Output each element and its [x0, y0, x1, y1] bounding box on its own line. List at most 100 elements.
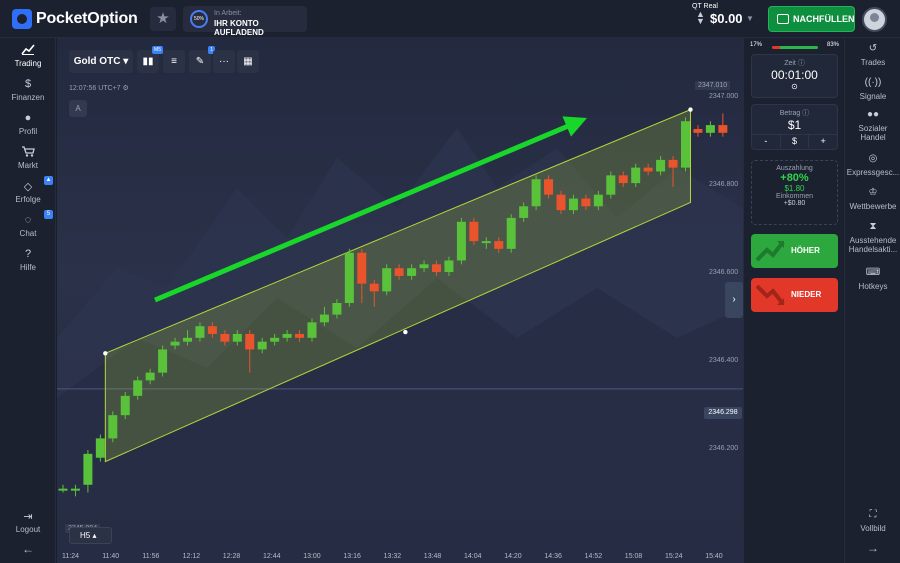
- nav-label: Finanzen: [11, 93, 45, 102]
- grid-icon: ▦: [243, 56, 253, 67]
- candle: [195, 326, 205, 338]
- candle: [519, 206, 529, 218]
- candle: [70, 488, 80, 491]
- candle: [270, 337, 280, 342]
- info-icon[interactable]: ⓘ: [798, 60, 805, 67]
- amount-plus-button[interactable]: +: [809, 135, 837, 148]
- settings-gear-icon[interactable]: ⚙: [123, 85, 129, 92]
- candle: [544, 179, 554, 195]
- drawing-tools-button[interactable]: ✎ 1: [189, 46, 215, 73]
- candle: [618, 175, 628, 184]
- nav-item-social-trading[interactable]: ●● Sozialer Handel: [845, 109, 900, 143]
- asset-selector[interactable]: Gold OTC ▾: [69, 50, 133, 73]
- income-label: Einkommen: [776, 193, 813, 200]
- expand-arrow-icon[interactable]: →: [845, 542, 900, 554]
- nav-item-trading[interactable]: Trading: [0, 44, 56, 68]
- nav-label: Sozialer Handel: [858, 124, 888, 142]
- candle: [133, 380, 143, 396]
- chart-type-button[interactable]: ▮▮ M5: [137, 46, 163, 73]
- chevron-right-icon: ›: [732, 294, 736, 305]
- layout-grid-button[interactable]: ▦: [237, 50, 259, 73]
- indicators-button[interactable]: ≡: [163, 50, 185, 73]
- drawing-label-button[interactable]: A: [69, 100, 87, 117]
- clock-timezone: UTC+7: [98, 85, 121, 92]
- candle: [257, 341, 267, 350]
- x-tick-label: 14:52: [584, 553, 603, 560]
- account-status-widget[interactable]: 50% In Arbeit: IHR KONTO AUFLADEND: [183, 6, 307, 37]
- time-label-text: Zeit: [784, 60, 796, 67]
- candle: [83, 453, 93, 485]
- account-switch-icon[interactable]: ▲ ▼: [696, 10, 705, 26]
- favorites-star-button[interactable]: ★: [150, 7, 176, 31]
- current-price-tag: 2346.298: [704, 407, 742, 419]
- status-message: IHR KONTO AUFLADEND: [214, 19, 264, 37]
- y-tick-label: 2346.800: [709, 181, 739, 188]
- nav-item-help[interactable]: ? Hilfe: [0, 248, 56, 272]
- user-avatar[interactable]: [862, 7, 887, 32]
- logout-icon: ⇥: [23, 511, 33, 523]
- candle: [407, 268, 417, 276]
- progress-ring-icon: 50%: [190, 10, 208, 28]
- x-tick-label: 12:44: [263, 553, 281, 560]
- collapse-arrow-icon[interactable]: ←: [0, 542, 56, 556]
- candle: [282, 333, 292, 338]
- wallet-icon: [777, 14, 789, 24]
- more-options-button[interactable]: ···: [213, 50, 235, 73]
- status-caption: In Arbeit:: [214, 10, 242, 17]
- lower-button[interactable]: NIEDER: [751, 278, 838, 312]
- nav-item-profile[interactable]: ● Profil: [0, 112, 56, 136]
- trade-panel: 17% 83% Zeit ⓘ 00:01:00 ⊙ Betrag ⓘ $1 - …: [743, 38, 843, 563]
- candle: [556, 194, 566, 211]
- higher-button[interactable]: HÖHER: [751, 234, 838, 268]
- account-balance[interactable]: $0.00: [710, 11, 743, 26]
- nav-label: Vollbild: [860, 524, 886, 533]
- nav-item-tournaments[interactable]: ♔ Wettbewerbe: [845, 187, 900, 212]
- nav-label: Hotkeys: [858, 282, 888, 291]
- amount-minus-button[interactable]: -: [752, 135, 780, 148]
- candle: [481, 241, 491, 244]
- currency-toggle[interactable]: $: [779, 135, 810, 148]
- nav-item-trades[interactable]: ↺ Trades: [845, 44, 900, 68]
- info-icon[interactable]: ⓘ: [802, 110, 809, 117]
- timeframe-value: H5: [80, 531, 91, 540]
- timeframe-selector[interactable]: H5 ▴: [69, 527, 112, 544]
- brand-logo[interactable]: PocketOption: [12, 9, 138, 29]
- top-up-button[interactable]: NACHFÜLLEN: [768, 6, 855, 32]
- nav-label: Expressgesc...: [846, 168, 900, 177]
- payout-box: Auszahlung +80% $1.80 Einkommen +$0.80: [751, 160, 838, 225]
- x-tick-label: 11:24: [62, 553, 79, 560]
- clock-icon[interactable]: ⊙: [752, 82, 837, 91]
- chevron-down-icon[interactable]: ▼: [746, 14, 754, 23]
- nav-item-finance[interactable]: $ Finanzen: [0, 78, 56, 102]
- x-tick-label: 13:32: [383, 553, 402, 560]
- candle: [494, 241, 504, 249]
- candle: [344, 252, 354, 303]
- candle: [319, 314, 329, 323]
- trophy-icon: ♔: [868, 187, 878, 198]
- chart-bars-icon: ▮▮: [142, 56, 154, 67]
- top-up-label: NACHFÜLLEN: [793, 14, 855, 24]
- expand-panel-button[interactable]: ›: [725, 282, 743, 318]
- amount-value[interactable]: $1: [752, 118, 837, 132]
- time-selector[interactable]: Zeit ⓘ 00:01:00 ⊙: [751, 54, 838, 98]
- time-label: Zeit ⓘ: [752, 58, 837, 68]
- candlestick-chart[interactable]: [57, 38, 743, 563]
- nav-item-signals[interactable]: ((·)) Signale: [845, 78, 900, 102]
- nav-item-hotkeys[interactable]: ⌨ Hotkeys: [845, 268, 900, 292]
- chart-area[interactable]: Gold OTC ▾ ▮▮ M5 ≡ ✎ 1 ··· ▦ 12:07:56 UTC+…: [57, 38, 743, 563]
- people-icon: ●●: [866, 109, 880, 120]
- time-value[interactable]: 00:01:00: [752, 68, 837, 82]
- nav-item-express[interactable]: ◎ Expressgesc...: [845, 154, 900, 178]
- candle: [369, 283, 379, 292]
- nav-item-pending-trades[interactable]: ⧗ Ausstehende Handelsakti...: [845, 222, 900, 255]
- nav-label: Trading: [14, 59, 42, 68]
- fullscreen-button[interactable]: ⛶ Vollbild: [845, 510, 900, 534]
- amount-label-text: Betrag: [779, 110, 801, 117]
- logout-button[interactable]: ⇥ Logout: [0, 510, 56, 534]
- sentiment-high: 83%: [826, 42, 839, 48]
- amount-selector[interactable]: Betrag ⓘ $1 - $ +: [751, 104, 838, 150]
- trend-down-icon: [755, 284, 785, 306]
- nav-label: Trades: [860, 58, 886, 67]
- sliders-icon: ≡: [171, 56, 177, 67]
- nav-item-market[interactable]: Markt: [0, 146, 56, 170]
